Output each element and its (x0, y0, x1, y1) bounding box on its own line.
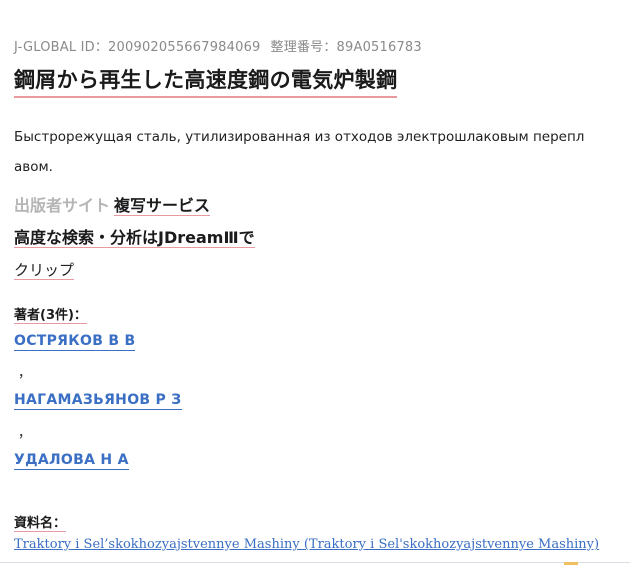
alternate-title: Быстрорежущая сталь, утилизированная из … (14, 122, 630, 182)
source-journal-link[interactable]: Traktory i Sel’skokhozyajstvennye Mashin… (14, 537, 599, 552)
author-separator: ， (18, 366, 32, 381)
clip-button[interactable]: クリップ (14, 261, 75, 280)
source-label-text: 資料名： (14, 516, 67, 532)
jglobal-id: J-GLOBAL ID：200902055667984069 (14, 40, 261, 55)
clip-row: クリップ (14, 256, 614, 288)
page-title: 鋼屑から再生した高速度鋼の電気炉製鋼 (14, 64, 398, 98)
article-page: J-GLOBAL ID：200902055667984069 整理番号：89A05… (0, 0, 630, 566)
author-link[interactable]: НАГАМАЗЬЯНОВ Р З (14, 392, 182, 410)
jdream-search-link[interactable]: 高度な検索・分析はJDreamⅢで (14, 228, 255, 248)
jdream-row: 高度な検索・分析はJDreamⅢで (14, 224, 614, 256)
copy-service-link[interactable]: 複写サービス (114, 196, 211, 216)
author-link[interactable]: УДАЛОВА Н А (14, 452, 129, 470)
author-link[interactable]: ОСТРЯКОВ В В (14, 333, 136, 351)
service-links: 出版者サイト 複写サービス 高度な検索・分析はJDreamⅢで クリップ (14, 192, 614, 288)
publisher-row: 出版者サイト 複写サービス (14, 192, 614, 224)
scroll-indicator (564, 562, 578, 565)
authors-label: 著者(3件)： (14, 304, 87, 324)
authors-label-text: 著者(3件)： (14, 308, 87, 324)
source-label: 資料名： (14, 512, 67, 532)
author-separator: ， (18, 426, 32, 441)
reference-number: 整理番号：89A0516783 (270, 40, 422, 55)
publisher-site-link[interactable]: 出版者サイト (14, 196, 110, 215)
divider (0, 562, 630, 563)
alternate-title-line-1: Быстрорежущая сталь, утилизированная из … (14, 129, 585, 145)
alternate-title-line-2: авом. (14, 159, 53, 175)
record-id-line: J-GLOBAL ID：200902055667984069 整理番号：89A05… (14, 36, 422, 55)
